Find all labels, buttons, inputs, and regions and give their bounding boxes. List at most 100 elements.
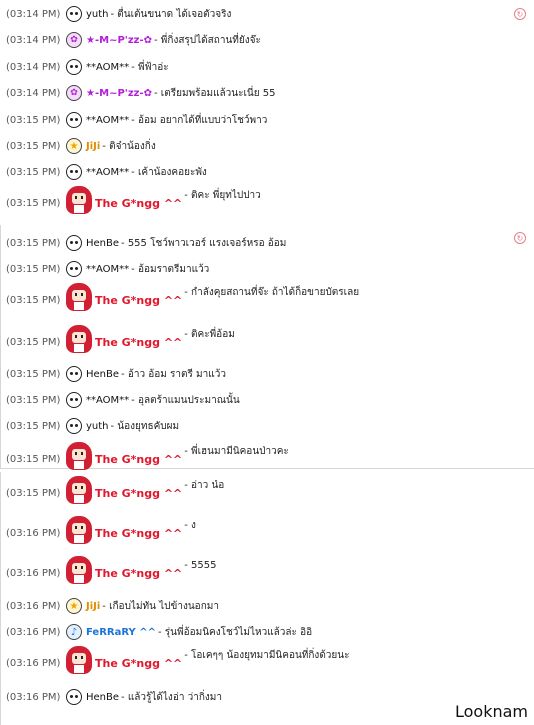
chat-message: (03:14 PM) ✿ ★-M~P'zz-✿ - พี่กิ่งสรุปได้สถ…: [6, 32, 514, 48]
message-timestamp: (03:15 PM): [6, 394, 61, 406]
message-text: - แล้วรู้ได้ไงอ่า ว่ากิ่งมา: [121, 691, 222, 703]
message-timestamp: (03:15 PM): [6, 420, 61, 432]
red-hair-girl-icon[interactable]: [66, 516, 92, 544]
chat-message: (03:16 PM) The G*ngg ^^ - 5555: [6, 556, 514, 584]
red-hair-girl-icon[interactable]: [66, 476, 92, 504]
message-text: - อ่าว น๋อ: [184, 479, 225, 491]
red-hair-girl-icon[interactable]: [66, 442, 92, 470]
sync-icon[interactable]: ↻: [514, 8, 526, 20]
message-text: - พี่ฟ้าอ่ะ: [131, 61, 169, 73]
message-timestamp: (03:15 PM): [6, 487, 61, 499]
message-text: - 5555: [184, 559, 217, 571]
ghost-icon[interactable]: [66, 366, 82, 382]
ghost-icon[interactable]: [66, 59, 82, 75]
message-text: - อ้อมราตรีมาแว้ว: [131, 263, 210, 275]
chat-message: (03:15 PM) **AOM** - อ้อม อยากได้ที่แบบว่…: [6, 112, 514, 128]
sender-name[interactable]: **AOM**: [86, 115, 129, 126]
ghost-icon[interactable]: [66, 6, 82, 22]
message-text: - เตรียมพร้อมแล้วนะเนี่ย 55: [154, 87, 276, 99]
music-note-icon[interactable]: ♪: [66, 624, 82, 640]
chat-message: (03:15 PM) The G*ngg ^^ - ติคะ พี่ยุทไปปา…: [6, 186, 514, 214]
sender-name[interactable]: **AOM**: [86, 167, 129, 178]
sender-name[interactable]: **AOM**: [86, 62, 129, 73]
flower-icon[interactable]: ✿: [66, 32, 82, 48]
chat-message: (03:15 PM) The G*ngg ^^ - พี่เฮนมามีนิคอน…: [6, 442, 514, 470]
sender-name[interactable]: The G*ngg ^^: [95, 453, 182, 466]
red-hair-girl-icon[interactable]: [66, 325, 92, 353]
sender-name[interactable]: ★-M~P'zz-✿: [86, 88, 152, 99]
red-hair-girl-icon[interactable]: [66, 556, 92, 584]
sender-name[interactable]: ★-M~P'zz-✿: [86, 35, 152, 46]
message-text: - พี่กิ่งสรุปได้สถานที่ยังจ๊ะ: [154, 34, 261, 46]
sender-name[interactable]: The G*ngg ^^: [95, 487, 182, 500]
ghost-icon[interactable]: [66, 689, 82, 705]
message-text: - ง: [184, 519, 196, 531]
star-icon[interactable]: ★: [66, 138, 82, 154]
message-timestamp: (03:15 PM): [6, 453, 61, 465]
red-hair-girl-icon[interactable]: [66, 646, 92, 674]
message-timestamp: (03:15 PM): [6, 336, 61, 348]
ghost-icon[interactable]: [66, 112, 82, 128]
sender-name[interactable]: **AOM**: [86, 395, 129, 406]
message-text: - รุ่นพี่อ้อมนิคงโชว์ไม่ไหวแล้วล่ะ อิอิ: [158, 626, 313, 638]
chat-message: (03:16 PM) ♪ FeRRaRY ^^ - รุ่นพี่อ้อมนิคงโ…: [6, 624, 514, 640]
chat-message: (03:15 PM) **AOM** - อุลตร้าแมนประมาณนั้น: [6, 392, 514, 408]
message-text: - 555 โชว์พาวเวอร์ แรงเจอร์หรอ อ้อม: [121, 237, 287, 249]
message-text: - อ้าว อ้อม ราตรี มาแว้ว: [121, 368, 226, 380]
message-text: - เกือบไม่ทัน ไปข้างนอกมา: [102, 600, 219, 612]
red-hair-girl-icon[interactable]: [66, 186, 92, 214]
sender-name[interactable]: **AOM**: [86, 264, 129, 275]
sender-name[interactable]: The G*ngg ^^: [95, 657, 182, 670]
chat-message: (03:14 PM) **AOM** - พี่ฟ้าอ่ะ: [6, 59, 514, 75]
sender-name[interactable]: The G*ngg ^^: [95, 294, 182, 307]
message-text: - อุลตร้าแมนประมาณนั้น: [131, 394, 240, 406]
sender-name[interactable]: The G*ngg ^^: [95, 336, 182, 349]
chat-message: (03:15 PM) yuth - น้องยุทธคับผม: [6, 418, 514, 434]
sender-name[interactable]: JiJi: [86, 601, 100, 612]
message-text: - ติจ๋าน้องกิ่ง: [102, 140, 156, 152]
message-timestamp: (03:16 PM): [6, 567, 61, 579]
sender-name[interactable]: yuth: [86, 9, 109, 20]
chat-message: (03:15 PM) ★ JiJi - ติจ๋าน้องกิ่ง: [6, 138, 514, 154]
chat-message: (03:15 PM) The G*ngg ^^ - กำลังคุยสถานที่…: [6, 283, 514, 311]
chat-message: (03:15 PM) The G*ngg ^^ - ติคะพี่อ้อม: [6, 325, 514, 353]
message-timestamp: (03:15 PM): [6, 197, 61, 209]
chat-message: (03:15 PM) **AOM** - เค้าน้องคอยะพัง: [6, 164, 514, 180]
flower-icon[interactable]: ✿: [66, 85, 82, 101]
ghost-icon[interactable]: [66, 164, 82, 180]
message-text: - พี่เฮนมามีนิคอนป่าวคะ: [184, 445, 289, 457]
message-timestamp: (03:15 PM): [6, 114, 61, 126]
chat-message: (03:14 PM) ✿ ★-M~P'zz-✿ - เตรียมพร้อมแล้วน…: [6, 85, 514, 101]
sync-icon[interactable]: ↻: [514, 232, 526, 244]
ghost-icon[interactable]: [66, 392, 82, 408]
message-text: - ติคะ พี่ยุทไปปาว: [184, 189, 261, 201]
sender-name[interactable]: The G*ngg ^^: [95, 567, 182, 580]
sender-name[interactable]: The G*ngg ^^: [95, 197, 182, 210]
chat-message: (03:14 PM) yuth - ตื่นเต้นขนาด ได้เจอตัวจ…: [6, 6, 514, 22]
watermark: Looknam: [454, 702, 528, 721]
sender-name[interactable]: The G*ngg ^^: [95, 527, 182, 540]
red-hair-girl-icon[interactable]: [66, 283, 92, 311]
ghost-icon[interactable]: [66, 235, 82, 251]
sender-name[interactable]: yuth: [86, 421, 109, 432]
message-timestamp: (03:14 PM): [6, 8, 61, 20]
sender-name[interactable]: HenBe: [86, 238, 119, 249]
star-icon[interactable]: ★: [66, 598, 82, 614]
message-timestamp: (03:14 PM): [6, 87, 61, 99]
sender-name[interactable]: JiJi: [86, 141, 100, 152]
sender-name[interactable]: HenBe: [86, 369, 119, 380]
chat-message: (03:16 PM) The G*ngg ^^ - ง: [6, 516, 514, 544]
message-text: - ตื่นเต้นขนาด ได้เจอตัวจริง: [110, 8, 232, 20]
message-text: - อ้อม อยากได้ที่แบบว่าโชว์พาว: [131, 114, 268, 126]
ghost-icon[interactable]: [66, 418, 82, 434]
message-timestamp: (03:16 PM): [6, 691, 61, 703]
sender-name[interactable]: FeRRaRY ^^: [86, 627, 156, 638]
message-timestamp: (03:16 PM): [6, 657, 61, 669]
message-timestamp: (03:15 PM): [6, 237, 61, 249]
chat-message: (03:16 PM) ★ JiJi - เกือบไม่ทัน ไปข้างนอกม…: [6, 598, 514, 614]
chat-message: (03:15 PM) HenBe - อ้าว อ้อม ราตรี มาแว้ว: [6, 366, 514, 382]
message-timestamp: (03:15 PM): [6, 368, 61, 380]
sender-name[interactable]: HenBe: [86, 692, 119, 703]
message-timestamp: (03:15 PM): [6, 263, 61, 275]
ghost-icon[interactable]: [66, 261, 82, 277]
